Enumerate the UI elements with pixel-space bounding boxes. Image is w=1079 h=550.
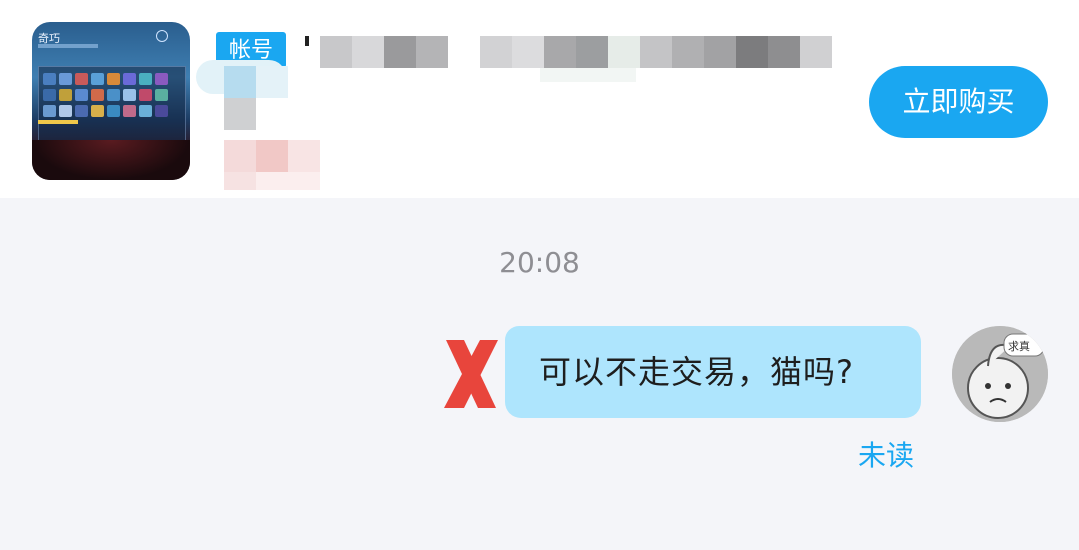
chat-timestamp: 20:08	[499, 246, 580, 279]
buy-now-button[interactable]: 立即购买	[869, 66, 1048, 138]
product-card[interactable]: 奇巧 帐号 立即购买	[0, 0, 1079, 198]
thumbnail-highlight-bar	[38, 120, 78, 124]
red-cross-mark	[440, 336, 502, 412]
avatar-badge-text: 求真	[1008, 339, 1030, 353]
message-bubble[interactable]: 可以不走交易，猫吗?	[505, 326, 921, 418]
thumbnail-subtitle-line	[38, 44, 98, 48]
product-thumbnail[interactable]: 奇巧	[32, 22, 190, 180]
thumbnail-stage	[32, 140, 190, 180]
message-text: 可以不走交易，猫吗?	[539, 353, 854, 391]
gear-icon	[156, 30, 168, 42]
avatar[interactable]: 求真	[952, 326, 1048, 422]
read-status: 未读	[858, 439, 915, 472]
